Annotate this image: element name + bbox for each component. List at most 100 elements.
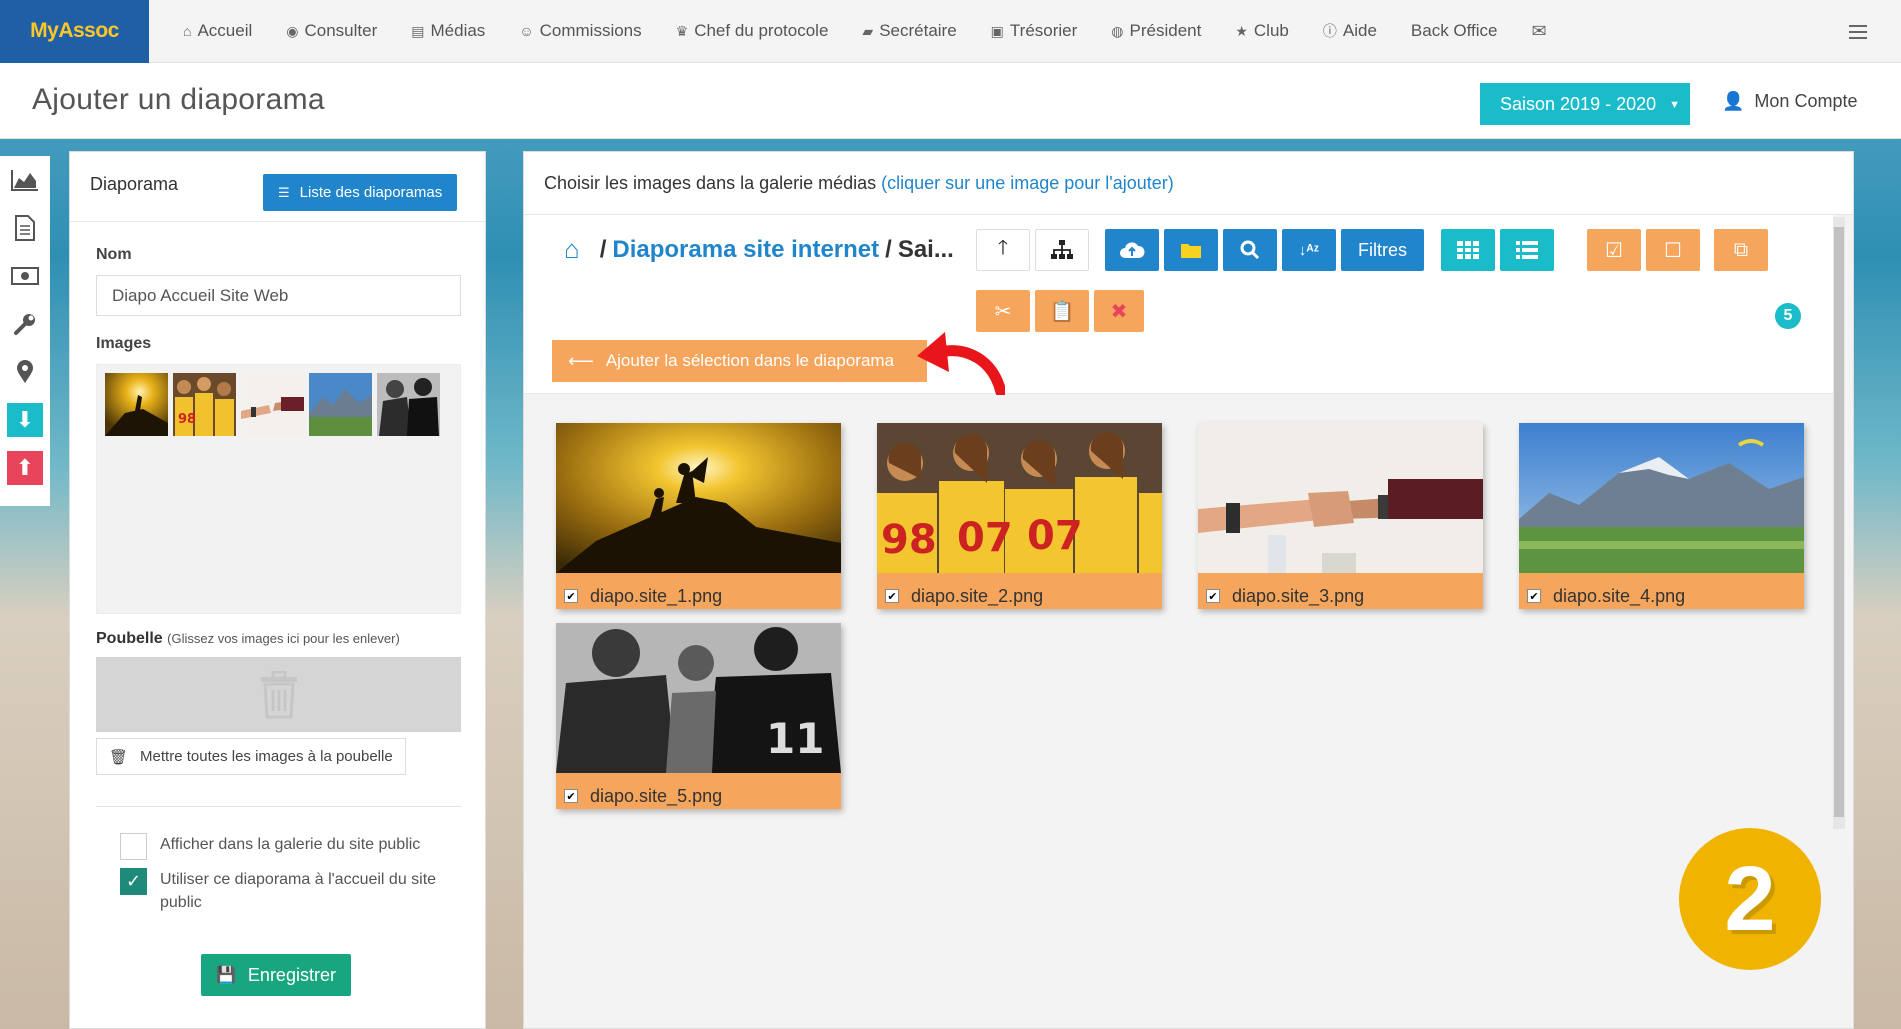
- nav-item-messages[interactable]: ✉: [1515, 0, 1570, 63]
- use-home-option[interactable]: ✓ Utiliser ce diaporama à l'accueil du s…: [120, 868, 460, 914]
- show-gallery-checkbox[interactable]: [120, 833, 147, 860]
- trash-icon: 🗑: [109, 748, 129, 766]
- arrow-down-icon: ⬇: [7, 403, 43, 437]
- list-view-button[interactable]: [1500, 229, 1554, 271]
- new-folder-button[interactable]: [1164, 229, 1218, 271]
- nav-item-accueil[interactable]: ⌂ Accueil: [166, 0, 269, 63]
- gallery-image-card[interactable]: 98 07 07 ✔ diapo.site_2.png: [877, 423, 1162, 609]
- svg-text:07: 07: [1027, 513, 1083, 559]
- show-gallery-option[interactable]: Afficher dans la galerie du site public: [120, 833, 420, 860]
- paste-button[interactable]: 📋: [1035, 290, 1089, 332]
- parent-folder-button[interactable]: 🡑: [976, 229, 1030, 271]
- map-marker-icon[interactable]: [0, 348, 50, 396]
- image-caption: ✔ diapo.site_3.png: [1198, 578, 1483, 614]
- image-checkbox[interactable]: ✔: [1527, 589, 1541, 603]
- scrollbar-thumb[interactable]: [1834, 227, 1844, 817]
- scrollbar[interactable]: [1833, 217, 1845, 829]
- cloud-upload-icon: [1120, 242, 1145, 258]
- grid-view-button[interactable]: [1441, 229, 1495, 271]
- nav-item-tresorier[interactable]: ▣ Trésorier: [974, 0, 1095, 63]
- nav-item-back-office[interactable]: Back Office: [1394, 0, 1515, 63]
- save-button[interactable]: 💾 Enregistrer: [201, 954, 351, 996]
- menu-toggle[interactable]: [1849, 0, 1867, 63]
- panel-title: Diaporama: [90, 174, 179, 194]
- document-icon[interactable]: [0, 204, 50, 252]
- image-preview: [556, 423, 841, 573]
- image-caption: ✔ diapo.site_2.png: [877, 578, 1162, 614]
- caret-down-icon: ▼: [1669, 99, 1680, 111]
- download-button[interactable]: ⬇: [0, 396, 50, 444]
- trash-all-button[interactable]: 🗑 Mettre toutes les images à la poubelle: [96, 738, 406, 775]
- search-icon: [1240, 240, 1260, 260]
- upload-button[interactable]: [1105, 229, 1159, 271]
- trash-icon: [260, 670, 297, 718]
- panel-header: Diaporama ☰ Liste des diaporamas: [70, 152, 485, 222]
- svg-text:07: 07: [957, 515, 1013, 561]
- image-checkbox[interactable]: ✔: [885, 589, 899, 603]
- eye-icon: ◉: [286, 22, 299, 39]
- gallery-image-card[interactable]: ✔ diapo.site_1.png: [556, 423, 841, 609]
- deselect-all-button[interactable]: ☐: [1646, 229, 1700, 271]
- image-preview: 98 07 07: [877, 423, 1162, 573]
- thumbnail-1[interactable]: [105, 373, 168, 436]
- breadcrumb-link[interactable]: Diaporama site internet: [612, 236, 879, 264]
- nav-item-consulter[interactable]: ◉ Consulter: [269, 0, 394, 63]
- arrow-up-icon: 🡑: [997, 237, 1009, 259]
- gallery-image-card[interactable]: ✔ diapo.site_3.png: [1198, 423, 1483, 609]
- image-caption: ✔ diapo.site_4.png: [1519, 578, 1804, 614]
- upload-button[interactable]: ⬆: [0, 444, 50, 492]
- trash-hint: (Glissez vos images ici pour les enlever…: [167, 631, 400, 646]
- nav-item-president[interactable]: ◍ Président: [1094, 0, 1218, 63]
- nav-item-club[interactable]: ★ Club: [1218, 0, 1306, 63]
- svg-text:11: 11: [766, 714, 824, 763]
- book-icon: ▰: [862, 22, 874, 39]
- image-checkbox[interactable]: ✔: [564, 789, 578, 803]
- season-select[interactable]: Saison 2019 - 2020 ▼: [1480, 83, 1690, 125]
- money-icon[interactable]: [0, 252, 50, 300]
- thumbnail-4[interactable]: [309, 373, 372, 436]
- thumbnail-3[interactable]: [241, 373, 304, 436]
- sort-button[interactable]: ↓ᴬᶻ: [1282, 229, 1336, 271]
- side-icon-rail: ⬇ ⬆: [0, 156, 50, 506]
- brand-logo[interactable]: MyAssoc: [0, 0, 149, 63]
- select-all-button[interactable]: ☑: [1587, 229, 1641, 271]
- nav-item-secretaire[interactable]: ▰ Secrétaire: [845, 0, 973, 63]
- copy-icon: ⧉: [1733, 238, 1749, 261]
- list-diaporamas-button[interactable]: ☰ Liste des diaporamas: [263, 174, 458, 211]
- use-home-checkbox[interactable]: ✓: [120, 868, 147, 895]
- gallery-image-card[interactable]: ✔ diapo.site_4.png: [1519, 423, 1804, 609]
- nav-item-medias[interactable]: ▤ Médias: [394, 0, 502, 63]
- thumbnail-5[interactable]: [377, 373, 440, 436]
- account-menu[interactable]: 👤 Mon Compte: [1722, 91, 1857, 112]
- menu-icon: [1849, 24, 1867, 39]
- folder-icon: [1181, 244, 1201, 258]
- home-icon[interactable]: ⌂: [564, 234, 580, 265]
- list-icon: [1516, 241, 1538, 259]
- delete-button[interactable]: ✖: [1094, 290, 1144, 332]
- nav-item-commissions[interactable]: ☺ Commissions: [502, 0, 658, 63]
- image-checkbox[interactable]: ✔: [1206, 589, 1220, 603]
- selected-images-dropzone[interactable]: 98: [96, 364, 461, 614]
- image-checkbox[interactable]: ✔: [564, 589, 578, 603]
- users-icon: ☺: [519, 23, 534, 39]
- selection-count-badge: 5: [1775, 303, 1801, 329]
- check-square-icon: ☑: [1605, 239, 1623, 262]
- gallery-image-card[interactable]: 11 ✔ diapo.site_5.png: [556, 623, 841, 809]
- image-preview: [1198, 423, 1483, 573]
- area-chart-icon[interactable]: [0, 156, 50, 204]
- annotation-arrow: [917, 332, 1005, 395]
- trash-dropzone[interactable]: [96, 657, 461, 732]
- images-label: Images: [96, 335, 152, 352]
- add-selection-button[interactable]: ⟵ Ajouter la sélection dans le diaporama: [552, 340, 927, 382]
- copy-button[interactable]: ⧉: [1714, 229, 1768, 271]
- filters-button[interactable]: Filtres: [1341, 229, 1424, 271]
- nav-item-aide[interactable]: ⓘ Aide: [1306, 0, 1394, 63]
- tree-view-button[interactable]: [1035, 229, 1089, 271]
- wrench-icon[interactable]: [0, 300, 50, 348]
- thumbnail-2[interactable]: 98: [173, 373, 236, 436]
- search-button[interactable]: [1223, 229, 1277, 271]
- nav-item-chef-protocole[interactable]: ♛ Chef du protocole: [659, 0, 846, 63]
- list-icon: ☰: [278, 184, 290, 200]
- info-icon: ⓘ: [1322, 23, 1337, 39]
- name-input[interactable]: Diapo Accueil Site Web: [96, 275, 461, 316]
